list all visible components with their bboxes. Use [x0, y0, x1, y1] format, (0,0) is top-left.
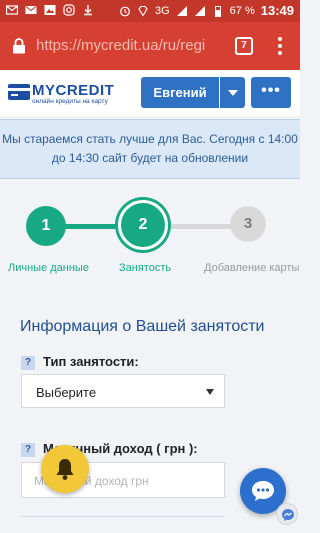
step-3-circle: 3: [230, 206, 266, 242]
status-bar: 3G 67 % 13:49: [0, 0, 300, 22]
lock-icon[interactable]: [12, 38, 26, 54]
logo-title[interactable]: MYCREDIT: [32, 82, 114, 99]
next-field-border: [21, 516, 225, 517]
notice-line-2: до 14:30 сайт будет на обновлении: [51, 151, 249, 165]
mycredit-logo-icon[interactable]: [8, 84, 30, 100]
clock: 13:49: [260, 3, 294, 18]
chat-bubble-icon: [252, 481, 274, 501]
logo-subtitle: онлайн кредиты на карту: [32, 98, 108, 105]
messenger-icon: [282, 509, 294, 521]
browser-toolbar: https://mycredit.ua/ru/regi 7: [0, 22, 300, 70]
signal-2-icon: [194, 5, 205, 16]
monthly-income-help-icon[interactable]: ?: [21, 443, 35, 457]
tab-switcher-button[interactable]: 7: [235, 37, 253, 55]
maintenance-notice: Мы стараемся стать лучше для Вас. Сегодн…: [0, 119, 300, 179]
address-bar[interactable]: https://mycredit.ua/ru/regi: [36, 37, 232, 57]
battery-icon: [214, 5, 221, 17]
user-dropdown-toggle[interactable]: [220, 77, 245, 108]
gmail-icon: [6, 5, 18, 15]
step-3-label: Добавление карты: [204, 262, 300, 274]
alarm-icon: [120, 6, 130, 16]
notification-bell-button[interactable]: [41, 445, 89, 493]
employment-type-value: Выберите: [36, 385, 97, 400]
signal-icon: [176, 5, 187, 16]
employment-type-label: Тип занятости:: [43, 354, 139, 369]
overflow-menu-icon[interactable]: [277, 36, 283, 56]
url-path: /ru/regi: [158, 37, 206, 54]
more-menu-button[interactable]: •••: [251, 77, 291, 108]
mail-icon: [25, 6, 37, 14]
url-host: https://mycredit.ua: [36, 37, 159, 54]
network-type: 3G: [154, 4, 170, 17]
section-title: Информация о Вашей занятости: [20, 318, 265, 335]
step-1-label[interactable]: Личные данные: [8, 262, 89, 274]
employment-type-select[interactable]: Выберите: [21, 374, 225, 408]
instagram-icon: [63, 4, 75, 16]
site-header: MYCREDIT онлайн кредиты на карту Евгений…: [0, 70, 300, 116]
dropdown-arrow-icon: [206, 389, 214, 395]
step-2-circle: 2: [118, 200, 168, 250]
notice-line-1: Мы стараемся стать лучше для Вас. Сегодн…: [2, 132, 298, 146]
employment-type-help-icon[interactable]: ?: [21, 356, 35, 370]
step-1-circle[interactable]: 1: [26, 206, 66, 246]
gallery-icon: [44, 5, 56, 15]
battery-percent: 67 %: [229, 4, 255, 17]
diamond-icon: [138, 5, 148, 17]
step-2-label: Занятость: [119, 262, 172, 274]
download-icon: [84, 5, 92, 16]
messenger-button[interactable]: [276, 503, 298, 525]
bell-icon: [56, 459, 74, 480]
user-menu-button[interactable]: Евгений: [141, 77, 219, 108]
